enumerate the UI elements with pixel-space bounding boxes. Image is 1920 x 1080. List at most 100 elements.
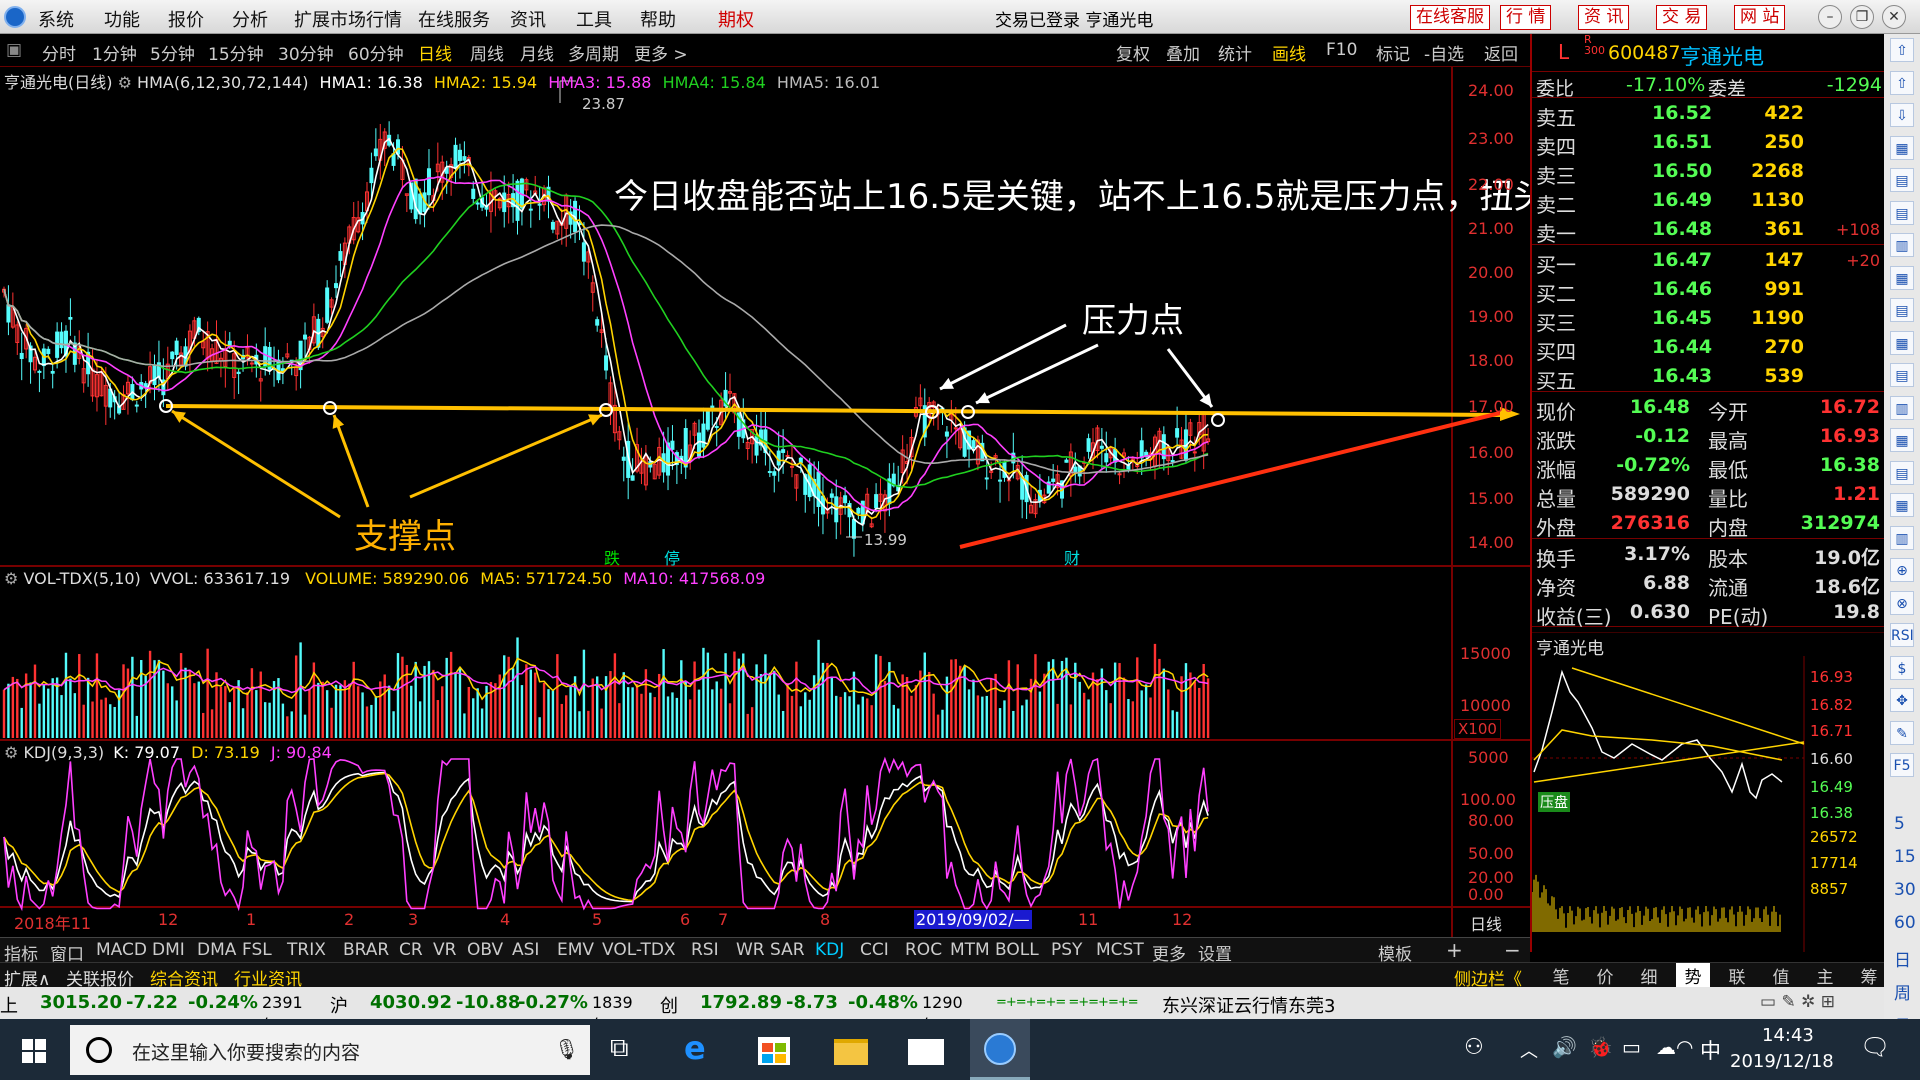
quote-tab[interactable]: 筹 (1852, 963, 1886, 988)
side-tool-icon[interactable]: ▦ (1890, 265, 1914, 290)
side-tool-icon[interactable]: ▤ (1890, 168, 1914, 192)
period-tab[interactable]: 分时 (42, 40, 76, 65)
period-tab[interactable]: 15分钟 (208, 40, 264, 65)
online-service-button[interactable]: 在线客服 (1410, 5, 1490, 30)
clock-date[interactable]: 2019/12/18 (1730, 1051, 1834, 1072)
period-tab-active[interactable]: 日线 (418, 40, 452, 65)
menu-news[interactable]: 资讯 (510, 6, 546, 32)
trade-button[interactable]: 交 易 (1656, 5, 1708, 30)
indicator-tab[interactable]: CR (399, 940, 423, 960)
kline-chart-area[interactable]: 亨通光电(日线) ⚙ HMA(6,12,30,72,144) HMA1: 16.… (0, 67, 1649, 937)
indicator-tab[interactable]: ASI (512, 940, 539, 960)
indicator-tab[interactable]: DMI (152, 940, 185, 960)
side-period[interactable]: 15 (1894, 847, 1916, 867)
side-tool-icon[interactable]: ⊗ (1890, 590, 1914, 615)
restore-icon[interactable]: ❐ (1850, 5, 1874, 29)
tool-watchlist[interactable]: -自选 (1424, 40, 1464, 65)
indicator-tab[interactable]: BOLL (995, 940, 1039, 960)
indicator-tab[interactable]: SAR (770, 940, 805, 960)
tray-expand-icon[interactable]: ︿ (1520, 1037, 1538, 1063)
side-tool-icon[interactable]: ▦ (1890, 330, 1914, 355)
side-tool-icon[interactable]: ✥ (1890, 688, 1914, 712)
hma-label[interactable]: HMA(6,12,30,72,144) (137, 73, 308, 92)
indicator-tab[interactable]: FSL (242, 940, 272, 960)
indicator-tab[interactable]: DMA (197, 940, 236, 960)
indicator-tab[interactable]: MACD (96, 940, 147, 960)
indicator-tab[interactable]: VR (433, 940, 456, 960)
indicator-tab[interactable]: OBV (467, 940, 503, 960)
side-tool-icon[interactable]: ⇧ (1890, 38, 1914, 62)
quote-button[interactable]: 行 情 (1500, 5, 1552, 30)
tray-app-icon[interactable]: 🐞 (1588, 1035, 1613, 1059)
side-tool-icon[interactable]: ✎ (1890, 720, 1914, 745)
people-icon[interactable]: ⚇ (1464, 1035, 1484, 1060)
side-period[interactable]: 5 (1894, 814, 1905, 834)
period-tab-more[interactable]: 更多 > (634, 40, 688, 65)
side-tool-icon[interactable]: ▤ (1890, 298, 1914, 322)
tool-mark[interactable]: 标记 (1376, 40, 1410, 65)
indicator-tab[interactable]: PSY (1051, 940, 1082, 960)
menu-function[interactable]: 功能 (104, 6, 140, 32)
quote-tab[interactable]: 主 (1808, 963, 1842, 988)
windows-start-icon[interactable] (22, 1039, 46, 1063)
notification-icon[interactable]: 🗨 (1860, 1033, 1890, 1061)
news-button[interactable]: 资 讯 (1578, 5, 1630, 30)
side-period[interactable]: 30 (1894, 880, 1916, 900)
period-tab[interactable]: 月线 (520, 40, 554, 65)
marker-die[interactable]: 跌 (604, 545, 620, 569)
indicator-tab[interactable]: BRAR (343, 940, 389, 960)
app-logo-icon[interactable] (4, 6, 26, 28)
tool-fuquan[interactable]: 复权 (1116, 40, 1150, 65)
side-tool-icon[interactable]: ⊕ (1890, 558, 1914, 582)
vol-title[interactable]: VOL-TDX(5,10) (23, 569, 140, 588)
menu-help[interactable]: 帮助 (640, 6, 676, 32)
menu-analysis[interactable]: 分析 (232, 6, 268, 32)
side-tool-icon[interactable]: ▦ (1890, 493, 1914, 517)
quote-tab[interactable]: 细 (1632, 963, 1666, 988)
indicator-tab[interactable]: WR (736, 940, 765, 960)
side-tool-icon[interactable]: ▥ (1890, 525, 1914, 550)
minimize-icon[interactable]: – (1818, 5, 1842, 29)
quote-tab[interactable]: 价 (1588, 963, 1622, 988)
quote-tab[interactable]: 值 (1764, 963, 1798, 988)
tool-f10[interactable]: F10 (1326, 40, 1357, 60)
period-tab[interactable]: 1分钟 (92, 40, 137, 65)
settings-icon[interactable]: ⚙ (118, 73, 132, 92)
quote-tab[interactable]: 笔 (1544, 963, 1578, 988)
side-period[interactable]: 日 (1894, 946, 1911, 971)
indicator-tab[interactable]: MTM (950, 940, 990, 960)
side-tool-icon[interactable]: ▤ (1890, 363, 1914, 387)
clock-time[interactable]: 14:43 (1762, 1025, 1814, 1046)
settings-icon[interactable]: ⚙ (4, 569, 18, 588)
side-tool-icon[interactable]: ▤ (1890, 460, 1914, 485)
tool-stats[interactable]: 统计 (1218, 40, 1252, 65)
tool-draw[interactable]: 画线 (1272, 40, 1306, 65)
tool-overlay[interactable]: 叠加 (1166, 40, 1200, 65)
side-tool-icon[interactable]: ▥ (1890, 395, 1914, 420)
period-tab[interactable]: 5分钟 (150, 40, 195, 65)
volume-icon[interactable]: 🔊 (1552, 1035, 1577, 1059)
side-tool-icon[interactable]: ▦ (1890, 428, 1914, 452)
side-tool-icon[interactable]: RSI (1890, 623, 1914, 647)
onedrive-icon[interactable]: ☁ (1656, 1035, 1676, 1059)
menu-ext-market[interactable]: 扩展市场行情 (294, 6, 402, 32)
battery-icon[interactable]: ▭ (1622, 1035, 1641, 1059)
mini-intraday-chart[interactable]: 亨通光电 压盘 16.93 16.82 16.71 16.60 16.49 16.38 26… (1532, 632, 1884, 952)
task-view-icon[interactable]: ⧉ (610, 1033, 629, 1064)
indicator-tab[interactable]: MCST (1096, 940, 1144, 960)
side-tool-icon[interactable]: ⇩ (1890, 103, 1914, 127)
indicator-tab[interactable]: CCI (860, 940, 889, 960)
kdj-title[interactable]: KDJ(9,3,3) (23, 743, 104, 762)
quote-tab[interactable]: 联 (1720, 963, 1754, 988)
side-period[interactable]: 60 (1894, 913, 1916, 933)
indicator-tab[interactable]: TRIX (287, 940, 326, 960)
file-explorer-icon[interactable] (834, 1039, 868, 1065)
indicator-tab[interactable]: EMV (557, 940, 594, 960)
close-icon[interactable]: ✕ (1882, 5, 1906, 29)
side-tool-icon[interactable]: ▤ (1890, 200, 1914, 225)
quote-tab[interactable]: 势 (1676, 963, 1710, 988)
period-tab[interactable]: 多周期 (568, 40, 619, 65)
remove-window-button[interactable]: − (1504, 938, 1521, 962)
settings-icon[interactable]: ⚙ (4, 743, 18, 762)
side-tool-icon[interactable]: ▥ (1890, 233, 1914, 257)
